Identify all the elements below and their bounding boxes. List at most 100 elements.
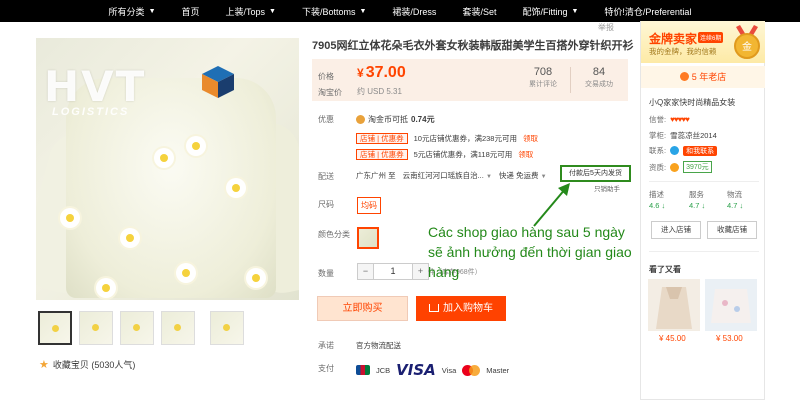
thumbnail-image[interactable] [120,311,154,345]
watermark-letters: HVT [44,62,147,111]
nav-label: 所有分类 [108,6,145,17]
coupon-row: 店铺 | 优惠券 10元店铺优惠券，满238元可用 领取 [356,133,538,144]
nav-item-preferential[interactable]: 特价!清仓/Preferential [591,5,704,18]
flower-decoration [176,263,196,283]
gold-seller-subtitle: 我的金牌，我的信赖 [649,47,717,56]
watermark-subtitle: LOGISTICS [52,106,130,118]
flower-decoration [226,178,246,198]
payment-name: Master [486,365,510,375]
certified-icon [670,162,680,172]
gold-seller-badge: 连续6期 [698,32,724,43]
watermark-logo: HVT LOGISTICS [42,60,242,130]
shop-name[interactable]: 小Q家家快时尚精品女装 [649,97,735,108]
rating-label: 物流 [727,190,742,199]
product-main-image[interactable]: HVT LOGISTICS [36,38,299,300]
rating-label: 描述 [649,190,664,199]
currency-symbol: ¥ [357,66,364,80]
claim-coupon-link[interactable]: 领取 [518,149,533,160]
ship-destination-select[interactable]: 云南红河河口瑶族自治... ▼ [403,170,492,181]
quantity-decrease-button[interactable]: − [357,263,374,280]
report-link[interactable]: 举报 [598,22,614,33]
color-label: 颜色分类 [318,230,350,239]
seller-panel: 金牌卖家 连续6期 我的金牌，我的信赖 金 5 年老店 小Q家家快时尚精品女装 … [640,21,765,400]
favorite-item[interactable]: ★ 收藏宝贝 (5030人气) [39,358,135,371]
coupon-row: 店铺 | 优惠券 5元店铺优惠券，满118元可用 领取 [356,149,533,160]
favorite-label: 收藏宝贝 (5030人气) [52,360,136,370]
contact-row: 联系: 和我联系 [649,145,718,156]
coupon-tag: 店铺 | 优惠券 [356,133,408,144]
add-cart-label: 加入购物车 [443,303,493,314]
flower-decoration [96,278,116,298]
nav-label: 裙装/Dress [392,6,437,17]
nav-item-fitting[interactable]: 配饰/Fitting ▼ [509,5,591,18]
shipping-row: 广东广州 至 云南红河河口瑶族自治... ▼ 快递 免运费 ▼ [356,170,547,181]
enter-shop-button[interactable]: 进入店铺 [651,221,701,239]
favorite-shop-button[interactable]: 收藏店铺 [707,221,757,239]
thumbnail-image[interactable] [38,311,72,345]
keeper-row: 掌柜: 雪蕊凉丝2014 [649,130,717,141]
coupon-text: 5元店铺优惠券，满118元可用 [413,150,513,159]
coin-icon [356,115,365,124]
quantity-label: 数量 [318,269,334,278]
claim-coupon-link[interactable]: 领取 [523,133,538,144]
deposit-badge: 3970元 [683,161,712,173]
nav-label: 上装/Tops [225,6,266,17]
flower-decoration [186,136,206,156]
buy-now-button[interactable]: 立即购买 [317,296,408,321]
jcb-icon [356,365,370,375]
nav-item-set[interactable]: 套装/Set [449,5,509,18]
nav-label: 首页 [181,6,200,17]
gold-seller-title: 金牌卖家 [649,32,698,46]
size-label: 尺码 [318,200,334,209]
shop-age: 5 年老店 [641,66,765,88]
star-icon: ★ [39,359,49,371]
thumbnail-image[interactable] [79,311,113,345]
gold-medal-icon: 金 [734,25,760,59]
credit-hearts-icon: ♥♥♥♥♥ [670,115,690,124]
nav-item-dress[interactable]: 裙装/Dress [379,5,449,18]
price-label: 价格 [318,72,334,81]
caret-down-icon: ▼ [148,7,156,15]
nav-item-all-categories[interactable]: 所有分类 ▼ [96,5,169,18]
add-to-cart-button[interactable]: 加入购物车 [416,296,506,321]
ship-to: 云南红河河口瑶族自治... [402,171,484,180]
thumbnail-strip [38,311,244,345]
keeper-name[interactable]: 雪蕊凉丝2014 [670,130,717,141]
thumbnail-image[interactable] [210,311,244,345]
payment-name: Visa [441,365,457,375]
annotation-text: Các shop giao hàng sau 5 ngày sẽ ảnh hưở… [428,224,632,280]
size-option[interactable]: 均码 [357,197,381,214]
gold-seller-header: 金牌卖家 连续6期 我的金牌，我的信赖 金 [641,21,765,63]
svg-text:金: 金 [742,40,752,53]
contact-button[interactable]: 和我联系 [683,145,718,156]
nav-label: 套装/Set [462,6,497,17]
nav-item-tops[interactable]: 上装/Tops ▼ [213,5,289,18]
nav-label: 特价!清仓/Preferential [604,6,692,17]
top-navigation: 所有分类 ▼ 首页 上装/Tops ▼ 下装/Bottoms ▼ 裙装/Dress 套… [0,0,800,22]
thumbnail-image[interactable] [161,311,195,345]
recommended-product-image[interactable] [705,279,757,331]
qualification-label: 资质: [649,162,667,172]
shipping-label: 配送 [318,172,334,181]
recommended-product-image[interactable] [648,279,700,331]
nav-label: 配饰/Fitting [522,6,568,17]
price-value: ¥37.00 [357,64,406,82]
payment-methods: JCB VISA Visa Master [356,361,509,379]
coin-deduction: 淘金币可抵 0.74元 [356,114,435,125]
flower-decoration [120,228,140,248]
nav-item-bottoms[interactable]: 下装/Bottoms ▼ [289,5,379,18]
stat-label: 累计评论 [529,81,557,88]
shop-age-label: 5 年老店 [691,72,727,82]
product-title: 7905网红立体花朵毛衣外套女秋装韩版甜美学生百搭外穿针织开衫 [312,40,634,52]
nav-label: 下装/Bottoms [301,6,356,17]
coin-text: 淘金币可抵 [368,115,408,124]
review-count[interactable]: 708 累计评论 [518,66,568,89]
quantity-input[interactable]: 1 [374,263,412,280]
nav-item-home[interactable]: 首页 [169,5,213,18]
coin-value: 0.74元 [411,115,435,124]
promise-text: 官方物流配送 [356,341,401,350]
quantity-increase-button[interactable]: + [412,263,429,280]
recommended-price: ¥ 53.00 [716,334,743,343]
color-option[interactable] [357,227,379,249]
ship-from: 广东广州 至 [356,171,396,180]
